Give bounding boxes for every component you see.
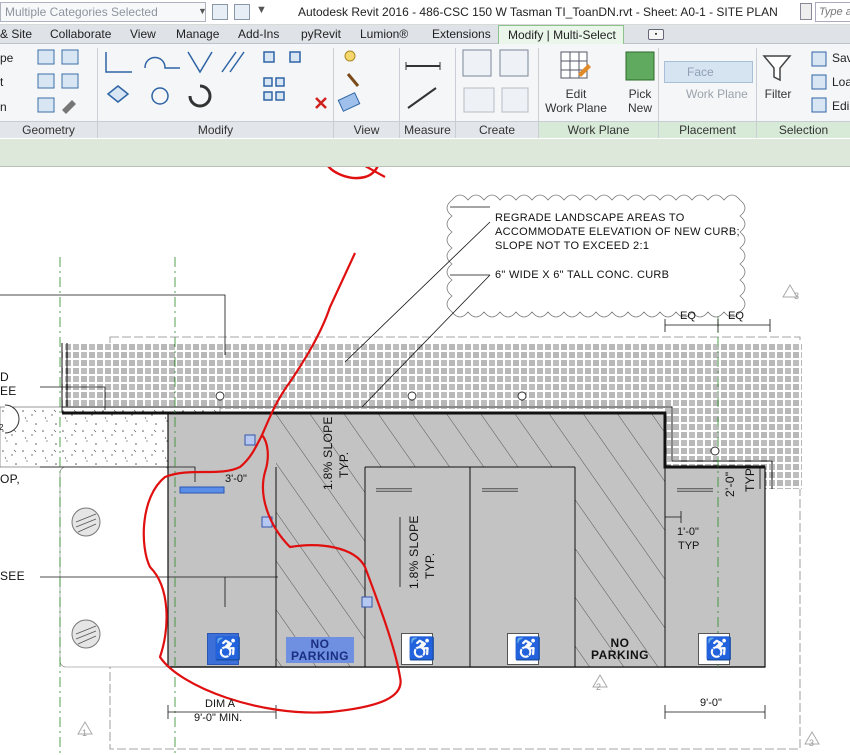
no-parking-text: PARKING [291,649,349,663]
pick-new-icon [625,51,655,81]
load-selection-button[interactable]: Loa [832,75,850,89]
selection-tools-icon [811,51,827,113]
landscape-pattern [62,343,802,409]
dim-nine-ft: 9'-0" [700,697,722,709]
accessible-parking-icon[interactable]: ♿ [507,633,541,665]
binoculars-icon[interactable] [800,3,812,20]
note-regrade-3: SLOPE NOT TO EXCEED 2:1 [495,240,650,252]
dim-two-ft: 2'-0" [723,471,737,497]
dim-typ-vert: TYP. [743,465,757,492]
tab-modify-multi-select[interactable]: Modify | Multi-Select [498,25,624,45]
save-selection-button[interactable]: Sav [832,51,850,65]
note-left-see: SEE [0,569,25,583]
tab-lumion[interactable]: Lumion® [358,27,410,41]
tab-massing-site[interactable]: & Site [0,27,34,41]
tab-collaborate[interactable]: Collaborate [48,27,113,41]
edit-work-plane-icon [560,51,591,79]
ribbon-tab-bar: & Site Collaborate View Manage Add-Ins p… [0,25,850,45]
edit-selection-button[interactable]: Edi [832,99,849,113]
dim-eq-2: EQ [728,310,744,322]
dim-a: DIM A [205,698,235,710]
hatched-band [365,413,575,467]
pick-new-label-1: Pick [628,87,652,101]
window-title: Autodesk Revit 2016 - 486-CSC 150 W Tasm… [298,5,778,19]
note-left-d: D [0,370,9,384]
tab-add-ins[interactable]: Add-Ins [236,27,281,41]
marker-label-3: 3 [794,291,800,301]
measure-tools-icon [405,62,441,109]
marker-label-1: 1 [82,728,88,738]
marker-label-2: 2 [0,423,4,432]
accessible-parking-icon[interactable]: ♿ [207,633,241,665]
slope-label-2: 1.8% SLOPE [407,515,421,589]
geometry-tools-icon [37,49,79,114]
options-bar [0,139,850,167]
dim-one-ft: 1'-0" [677,526,699,538]
dim-eq-1: EQ [680,310,696,322]
tab-pyrevit[interactable]: pyRevit [299,27,343,41]
filter-icon [762,55,792,82]
dim-nine-min: 9'-0" MIN. [194,712,243,724]
edit-work-plane-label-2: Work Plane [545,101,607,115]
pick-new-label-2: New [627,101,652,115]
work-plane-placement-button[interactable]: Work Plane [664,85,753,105]
modify-tools-icon [105,51,327,109]
drawing-canvas[interactable]: REGRADE LANDSCAPE AREAS TO ACCOMMODATE E… [0,167,850,755]
panel-selection[interactable]: Selection [757,121,850,138]
panel-work-plane[interactable]: Work Plane [539,121,658,138]
marker-label-3b: 3 [809,738,815,748]
dim-three-ft: 3'-0" [225,473,247,485]
view-tools-icon [337,50,361,112]
note-curb: 6" WIDE X 6" TALL CONC. CURB [495,269,670,281]
slope-label-1: 1.8% SLOPE [321,416,335,490]
tab-view[interactable]: View [128,27,158,41]
hatched-aisle-2 [575,413,665,667]
panel-placement[interactable]: Placement [659,121,756,138]
site-plan-drawing [0,167,820,755]
help-search-input[interactable]: Type a [815,2,850,22]
panel-measure[interactable]: Measure [400,121,455,138]
marker-label-2b: 2 [596,682,602,692]
edit-work-plane-label-1: Edit [565,87,587,101]
panel-modify[interactable]: Modify [98,121,333,138]
panel-geometry[interactable]: Geometry [0,121,97,138]
dim-typ: TYP [678,540,700,552]
accessible-parking-icon[interactable]: ♿ [401,633,435,665]
note-left-op: OP, [0,472,21,486]
slope-label-2-typ: TYP. [423,552,437,579]
selection-filter-box[interactable]: Multiple Categories Selected [0,2,206,22]
slope-label-1-typ: TYP. [337,451,351,478]
face-button[interactable]: Face [664,61,753,83]
note-left-ee: EE [0,384,17,398]
note-regrade-1: REGRADE LANDSCAPE AREAS TO [495,212,685,224]
wheel-stop-selected [179,486,225,494]
ribbon-minimize-icon[interactable]: ▪ [648,29,664,40]
note-regrade-2: ACCOMMODATE ELEVATION OF NEW CURB; [495,226,740,238]
panel-view[interactable]: View [334,121,399,138]
no-parking-text: PARKING [591,648,649,662]
no-parking-marking[interactable]: NO PARKING [586,637,654,661]
pick-new-button[interactable]: Pick New [622,87,658,115]
filter-button[interactable]: Filter [760,87,796,101]
ribbon-icons [37,49,827,114]
title-bar: Multiple Categories Selected ▼ ▼ Autodes… [0,0,850,25]
tab-extensions[interactable]: Extensions [430,27,493,41]
qat-grid-icon[interactable] [212,4,228,20]
chevron-down-icon[interactable]: ▼ [198,6,207,16]
create-tools-icon [462,49,529,113]
no-parking-marking-selected[interactable]: NO PARKING [286,637,354,663]
panel-create[interactable]: Create [456,121,538,138]
qat-edit-icon[interactable] [234,4,250,20]
tab-manage[interactable]: Manage [174,27,221,41]
edit-work-plane-button[interactable]: Edit Work Plane [544,87,608,115]
accessible-parking-icon[interactable]: ♿ [698,633,732,665]
qat-dropdown-icon[interactable]: ▼ [256,4,267,16]
